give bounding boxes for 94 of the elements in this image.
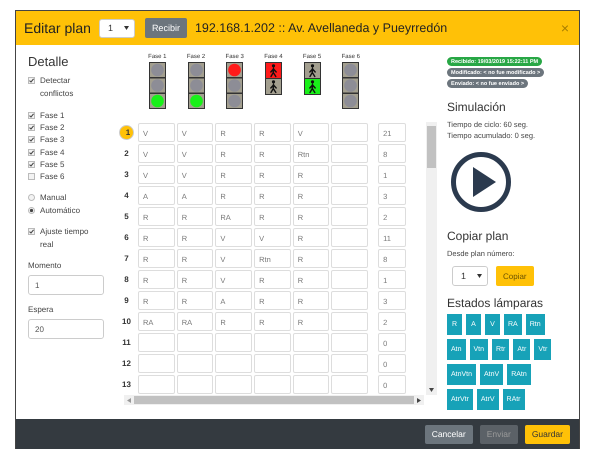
table-cell[interactable] [331,165,368,184]
field-label: Momento [28,261,62,270]
section-heading: Detalle [28,54,70,69]
radio-button[interactable] [28,194,35,202]
caret-icon[interactable] [124,26,129,30]
table-cell[interactable] [176,354,214,373]
row-number[interactable]: 1 [119,125,134,140]
checkbox-label: Fase 2 [40,122,64,134]
row-number[interactable]: 4 [119,188,134,203]
table-cell[interactable] [138,375,175,394]
table-cell[interactable] [138,354,175,373]
table-cell[interactable] [331,207,368,226]
row-number[interactable]: 6 [119,230,134,245]
pedestrian-light-icon [304,62,321,95]
checkbox-label: Fase 3 [40,134,64,146]
section-heading: Copiar plan [447,229,508,243]
table-cell[interactable] [331,228,368,247]
traffic-light-icon [226,62,244,109]
checkbox-label: Fase 5 [40,158,64,171]
table-cell[interactable] [331,354,368,373]
checkbox[interactable] [28,160,35,168]
checkbox-label: Ajuste tiempo real [40,226,90,252]
radio-label: Manual [40,192,66,204]
scroll-left-icon[interactable] [127,398,131,402]
checkbox-label: Detectar conflictos [40,75,74,100]
row-number[interactable]: 12 [119,356,134,371]
checkbox-label: Fase 1 [40,110,64,122]
receive-button[interactable]: Recibir [144,18,187,38]
table-cell[interactable] [292,333,330,352]
vertical-scrollbar[interactable] [426,122,437,395]
row-number[interactable]: 9 [119,293,134,308]
input-field[interactable]: 20 [28,319,104,340]
table-cell[interactable] [176,333,214,352]
row-number[interactable]: 7 [119,251,134,266]
caret-icon[interactable] [477,274,482,278]
row-number[interactable]: 11 [119,335,134,350]
table-cell[interactable] [215,375,252,394]
table-cell[interactable] [254,354,291,373]
section-heading: Estados lámparas [447,296,544,310]
checkbox[interactable] [28,173,35,180]
input-field[interactable]: 1 [28,275,104,296]
traffic-light-icon [342,62,360,109]
table-cell[interactable] [215,354,252,373]
table-cell[interactable] [331,123,368,142]
table-cell[interactable] [292,354,330,373]
table-cell[interactable] [331,249,368,268]
table-cell[interactable] [331,186,368,205]
footer-button[interactable]: Guardar [524,424,570,444]
table-cell[interactable] [331,312,368,331]
checkbox-label: Fase 4 [40,146,64,159]
checkbox[interactable] [28,228,35,236]
dialog-title: Editar plan [24,20,91,36]
table-cell[interactable] [138,333,175,352]
checkbox[interactable] [28,77,35,84]
table-cell[interactable] [292,375,330,394]
checkbox[interactable] [28,112,35,119]
scrollbar-thumb[interactable] [427,126,436,168]
row-number[interactable]: 2 [119,146,134,161]
table-cell[interactable] [331,270,368,289]
row-number[interactable]: 13 [119,377,134,392]
row-number[interactable]: 10 [119,314,134,329]
intersection-address: 192.168.1.202 :: Av. Avellaneda y Pueyrredón [194,21,448,35]
footer-button[interactable]: Cancelar [424,424,473,444]
plan-select[interactable]: 1 [98,18,135,38]
table-cell[interactable] [176,375,214,394]
scroll-right-icon[interactable] [417,398,421,402]
table-cell[interactable] [331,144,368,163]
row-number[interactable]: 5 [119,209,134,224]
traffic-light-icon [148,62,166,109]
table-cell[interactable] [331,375,368,394]
radio-button[interactable] [28,206,35,214]
table-cell[interactable] [215,333,252,352]
checkbox[interactable] [28,136,35,144]
scroll-down-icon[interactable] [429,388,434,392]
table-cell[interactable] [331,291,368,310]
copy-button[interactable]: Copiar [496,266,534,286]
checkbox[interactable] [28,148,35,156]
section-heading: Simulación [447,100,506,114]
table-cell[interactable] [254,375,291,394]
field-label: Espera [28,305,54,314]
plan-select[interactable]: 1 [452,266,488,286]
pedestrian-light-icon [264,62,282,95]
radio-label: Automático [40,204,80,217]
scrollbar-thumb[interactable] [134,396,414,404]
row-number[interactable]: 3 [119,167,134,182]
play-icon[interactable] [450,151,512,213]
horizontal-scrollbar[interactable] [124,395,424,405]
table-cell[interactable] [331,333,368,352]
row-number[interactable]: 8 [119,272,134,287]
close-button[interactable]: × [558,20,571,36]
table-cell[interactable] [254,333,291,352]
checkbox-label: Fase 6 [40,171,64,184]
checkbox[interactable] [28,124,35,131]
traffic-light-icon [188,62,205,109]
